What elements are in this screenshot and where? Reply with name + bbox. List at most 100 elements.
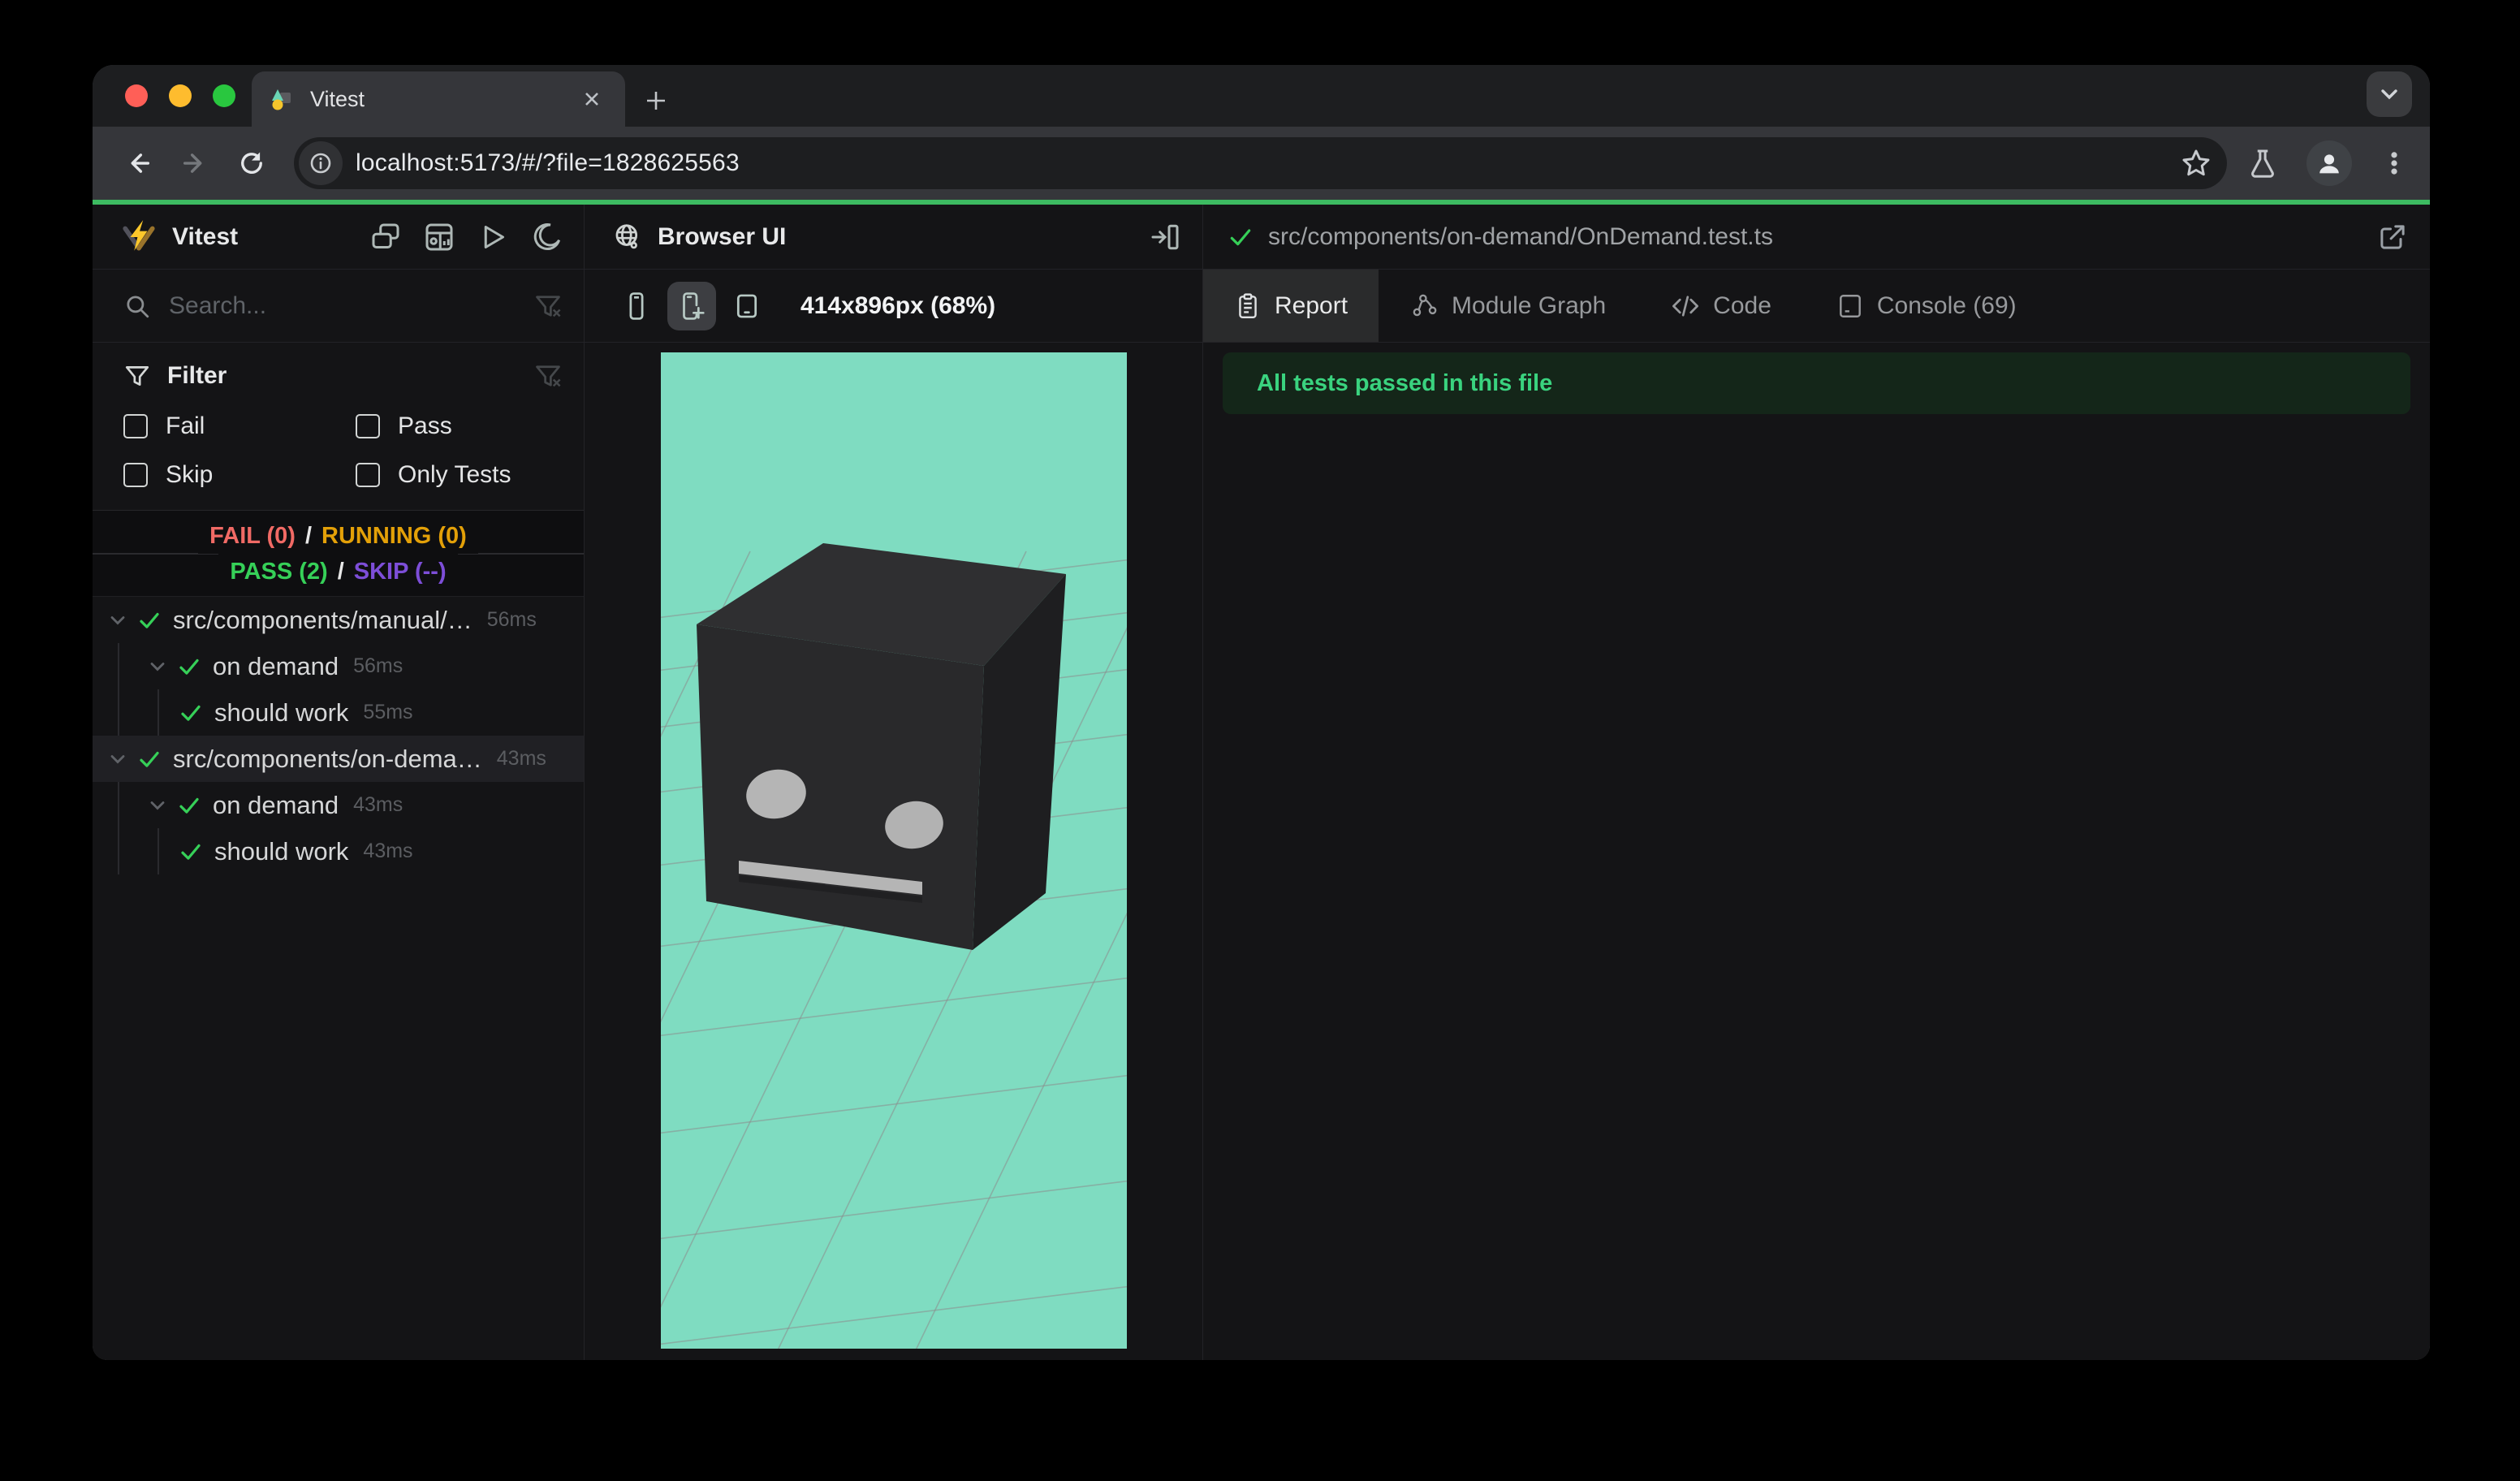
duration: 56ms xyxy=(353,654,403,677)
tested-app-viewport[interactable] xyxy=(660,352,1127,1349)
checkbox[interactable] xyxy=(123,414,148,438)
clipboard-icon xyxy=(1239,292,1257,318)
experiments-flask-icon[interactable] xyxy=(2246,147,2279,179)
robot-cube-scene xyxy=(660,352,1127,1349)
run-all-icon[interactable] xyxy=(477,221,509,253)
new-tab-button[interactable] xyxy=(638,83,674,119)
toolbar-right xyxy=(2240,140,2409,186)
filter-checkbox-only-tests[interactable]: Only Tests xyxy=(356,461,563,489)
test-case-row[interactable]: should work 43ms xyxy=(93,828,584,874)
device-tablet-icon[interactable] xyxy=(723,282,771,330)
test-case-row[interactable]: should work 55ms xyxy=(93,689,584,736)
tab-module-graph[interactable]: Module Graph xyxy=(1379,270,1638,342)
pass-check-icon xyxy=(181,844,201,860)
browser-tab[interactable]: Vitest xyxy=(252,71,625,127)
browser-ui-panel: Browser UI 414x896px (68%) xyxy=(584,205,1202,1360)
pass-check-icon xyxy=(140,612,159,628)
tab-strip: Vitest xyxy=(93,65,2430,127)
search-icon xyxy=(123,292,151,320)
report-header: src/components/on-demand/OnDemand.test.t… xyxy=(1203,205,2430,270)
close-window-button[interactable] xyxy=(125,84,148,107)
checkbox[interactable] xyxy=(356,463,380,487)
pass-count: PASS (2) xyxy=(230,558,328,585)
test-file-row-selected[interactable]: src/components/on-dema… 43ms xyxy=(93,736,584,782)
sidebar-header: Vitest xyxy=(93,205,584,270)
app-title: Vitest xyxy=(172,222,239,250)
collapse-panels-icon[interactable] xyxy=(369,221,402,253)
pass-check-icon xyxy=(140,751,159,767)
clear-search-filter-icon[interactable] xyxy=(533,291,563,321)
current-file-path: src/components/on-demand/OnDemand.test.t… xyxy=(1268,222,1773,250)
browser-window: Vitest localhost:5173/#/?file=1828625563… xyxy=(93,65,2430,1360)
duration: 56ms xyxy=(486,608,537,631)
duration: 43ms xyxy=(496,747,546,770)
device-toolbar: 414x896px (68%) xyxy=(585,270,1202,343)
theme-toggle-moon-icon[interactable] xyxy=(530,221,563,253)
test-tree: src/components/manual/… 56ms on demand 5… xyxy=(93,597,584,1360)
browser-toolbar: localhost:5173/#/?file=1828625563 xyxy=(93,127,2430,200)
globe-icon xyxy=(612,222,643,253)
sidebar: Vitest Search... Filter Fail Pass Skip O… xyxy=(93,205,584,1360)
profile-avatar[interactable] xyxy=(2306,140,2352,186)
reload-button[interactable] xyxy=(229,140,274,186)
robot-cube xyxy=(696,543,1066,950)
vitest-favicon-icon xyxy=(270,87,294,111)
skip-count: SKIP (--) xyxy=(353,558,447,585)
chevron-down-icon[interactable] xyxy=(146,794,169,817)
site-info-icon[interactable] xyxy=(299,141,343,185)
duration: 55ms xyxy=(363,701,413,723)
chevron-down-icon[interactable] xyxy=(146,655,169,678)
filter-checkbox-skip[interactable]: Skip xyxy=(123,461,356,489)
search-row xyxy=(93,270,584,343)
chevron-down-icon[interactable] xyxy=(106,748,129,771)
filter-section: Filter Fail Pass Skip Only Tests xyxy=(93,343,584,511)
tab-close-icon[interactable] xyxy=(578,85,606,113)
maximize-window-button[interactable] xyxy=(213,84,235,107)
report-tabs: Report Module Graph Code Console (69) xyxy=(1203,270,2430,343)
test-file-row[interactable]: src/components/manual/… 56ms xyxy=(93,597,584,643)
traffic-lights xyxy=(125,84,235,107)
minimize-window-button[interactable] xyxy=(169,84,192,107)
checkbox[interactable] xyxy=(123,463,148,487)
device-phone-plus-icon[interactable] xyxy=(667,281,716,330)
search-input[interactable] xyxy=(169,291,477,320)
pass-check-icon xyxy=(179,658,199,675)
running-count: RUNNING (0) xyxy=(321,522,467,549)
device-phone-icon[interactable] xyxy=(612,282,661,330)
preview-area xyxy=(585,343,1202,1360)
forward-button[interactable] xyxy=(172,140,218,186)
bookmark-star-icon[interactable] xyxy=(2180,147,2212,179)
filter-checkbox-fail[interactable]: Fail xyxy=(123,412,356,440)
checkbox[interactable] xyxy=(356,414,380,438)
pass-check-icon xyxy=(1230,228,1251,245)
url-text[interactable]: localhost:5173/#/?file=1828625563 xyxy=(356,149,2180,177)
vitest-app: Vitest Search... Filter Fail Pass Skip O… xyxy=(93,205,2430,1360)
clear-filter-icon[interactable] xyxy=(533,361,563,391)
duration: 43ms xyxy=(353,793,403,816)
tab-report[interactable]: Report xyxy=(1203,270,1379,342)
pass-check-icon xyxy=(179,797,199,814)
back-button[interactable] xyxy=(115,140,161,186)
chevron-down-icon[interactable] xyxy=(106,609,129,632)
fail-count: FAIL (0) xyxy=(209,522,296,549)
browser-menu-icon[interactable] xyxy=(2380,149,2409,178)
vitest-logo-icon xyxy=(120,218,158,256)
viewport-size-label: 414x896px (68%) xyxy=(800,291,996,319)
filter-checkbox-pass[interactable]: Pass xyxy=(356,412,563,440)
tab-code[interactable]: Code xyxy=(1638,270,1804,342)
address-bar[interactable]: localhost:5173/#/?file=1828625563 xyxy=(294,137,2227,189)
test-suite-row[interactable]: on demand 43ms xyxy=(93,782,584,828)
tab-search-button[interactable] xyxy=(2367,71,2412,117)
code-icon xyxy=(1672,295,1699,317)
duration: 43ms xyxy=(363,840,413,862)
dashboard-icon[interactable] xyxy=(423,221,455,253)
open-external-icon[interactable] xyxy=(2376,221,2409,253)
browser-ui-header: Browser UI xyxy=(585,205,1202,270)
filter-title: Filter xyxy=(167,362,227,389)
dock-panel-right-icon[interactable] xyxy=(1149,221,1181,253)
test-status-summary: FAIL (0) / RUNNING (0) PASS (2) / SKIP (… xyxy=(93,511,584,597)
tab-console[interactable]: Console (69) xyxy=(1804,270,2049,342)
report-panel: src/components/on-demand/OnDemand.test.t… xyxy=(1202,205,2430,1360)
test-suite-row[interactable]: on demand 56ms xyxy=(93,643,584,689)
module-graph-icon xyxy=(1413,294,1437,316)
